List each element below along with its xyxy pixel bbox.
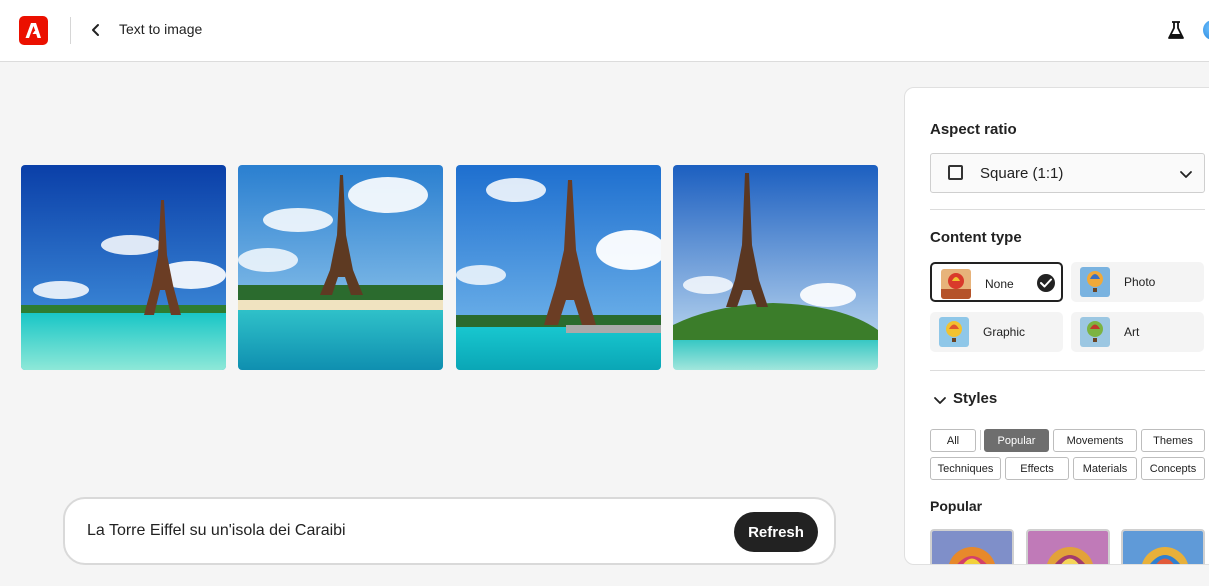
adobe-logo-icon[interactable]: [19, 16, 48, 45]
aspect-ratio-value: Square (1:1): [980, 165, 1064, 182]
square-icon: [948, 165, 963, 180]
chip-all[interactable]: All: [930, 429, 976, 452]
prompt-bar: La Torre Eiffel su un'isola dei Caraibi …: [63, 497, 836, 565]
chip-techniques[interactable]: Techniques: [930, 457, 1001, 480]
page-title: Text to image: [119, 21, 203, 37]
balloon-thumbnail-icon: [941, 269, 971, 299]
generated-image-3[interactable]: [456, 165, 661, 370]
content-type-title: Content type: [930, 229, 1022, 246]
style-thumbnail-2[interactable]: [1026, 529, 1110, 564]
content-type-label: Art: [1124, 325, 1140, 339]
aspect-ratio-select[interactable]: Square (1:1): [930, 153, 1205, 193]
labs-button[interactable]: [1165, 19, 1187, 41]
chip-separator: [980, 430, 981, 450]
chevron-down-icon: [1180, 171, 1192, 178]
generated-image-4[interactable]: [673, 165, 878, 370]
chip-popular[interactable]: Popular: [984, 429, 1049, 452]
prompt-input[interactable]: La Torre Eiffel su un'isola dei Caraibi: [87, 522, 346, 540]
chip-themes[interactable]: Themes: [1141, 429, 1205, 452]
content-type-art[interactable]: Art: [1071, 312, 1204, 352]
chip-concepts[interactable]: Concepts: [1141, 457, 1205, 480]
popular-title: Popular: [930, 498, 983, 514]
styles-title: Styles: [953, 390, 998, 407]
divider: [930, 209, 1205, 210]
chip-effects[interactable]: Effects: [1005, 457, 1069, 480]
balloon-thumbnail-icon: [1080, 267, 1110, 297]
balloon-thumbnail-icon: [939, 317, 969, 347]
aspect-ratio-title: Aspect ratio: [930, 121, 1017, 138]
divider: [930, 370, 1205, 371]
back-button[interactable]: [86, 20, 106, 40]
top-bar: Text to image: [0, 0, 1209, 62]
generated-image-1[interactable]: [21, 165, 226, 370]
content-type-photo[interactable]: Photo: [1071, 262, 1204, 302]
beaker-icon: [1168, 21, 1184, 39]
avatar[interactable]: [1203, 20, 1209, 40]
content-type-graphic[interactable]: Graphic: [930, 312, 1063, 352]
header-divider: [70, 17, 71, 44]
settings-panel: Aspect ratio Square (1:1) Content type N…: [904, 87, 1209, 565]
refresh-button[interactable]: Refresh: [734, 512, 818, 552]
content-type-label: Photo: [1124, 275, 1156, 289]
content-type-none[interactable]: None: [930, 262, 1063, 302]
chip-movements[interactable]: Movements: [1053, 429, 1137, 452]
style-thumbnail-3[interactable]: [1121, 529, 1205, 564]
generated-image-2[interactable]: [238, 165, 443, 370]
chevron-left-icon: [92, 24, 99, 36]
content-type-label: Graphic: [983, 325, 1026, 339]
content-type-label: None: [985, 277, 1014, 291]
style-thumbnail-1[interactable]: [930, 529, 1014, 564]
chevron-down-icon: [934, 397, 946, 404]
chip-materials[interactable]: Materials: [1073, 457, 1137, 480]
checkmark-icon: [1037, 274, 1055, 292]
balloon-thumbnail-icon: [1080, 317, 1110, 347]
